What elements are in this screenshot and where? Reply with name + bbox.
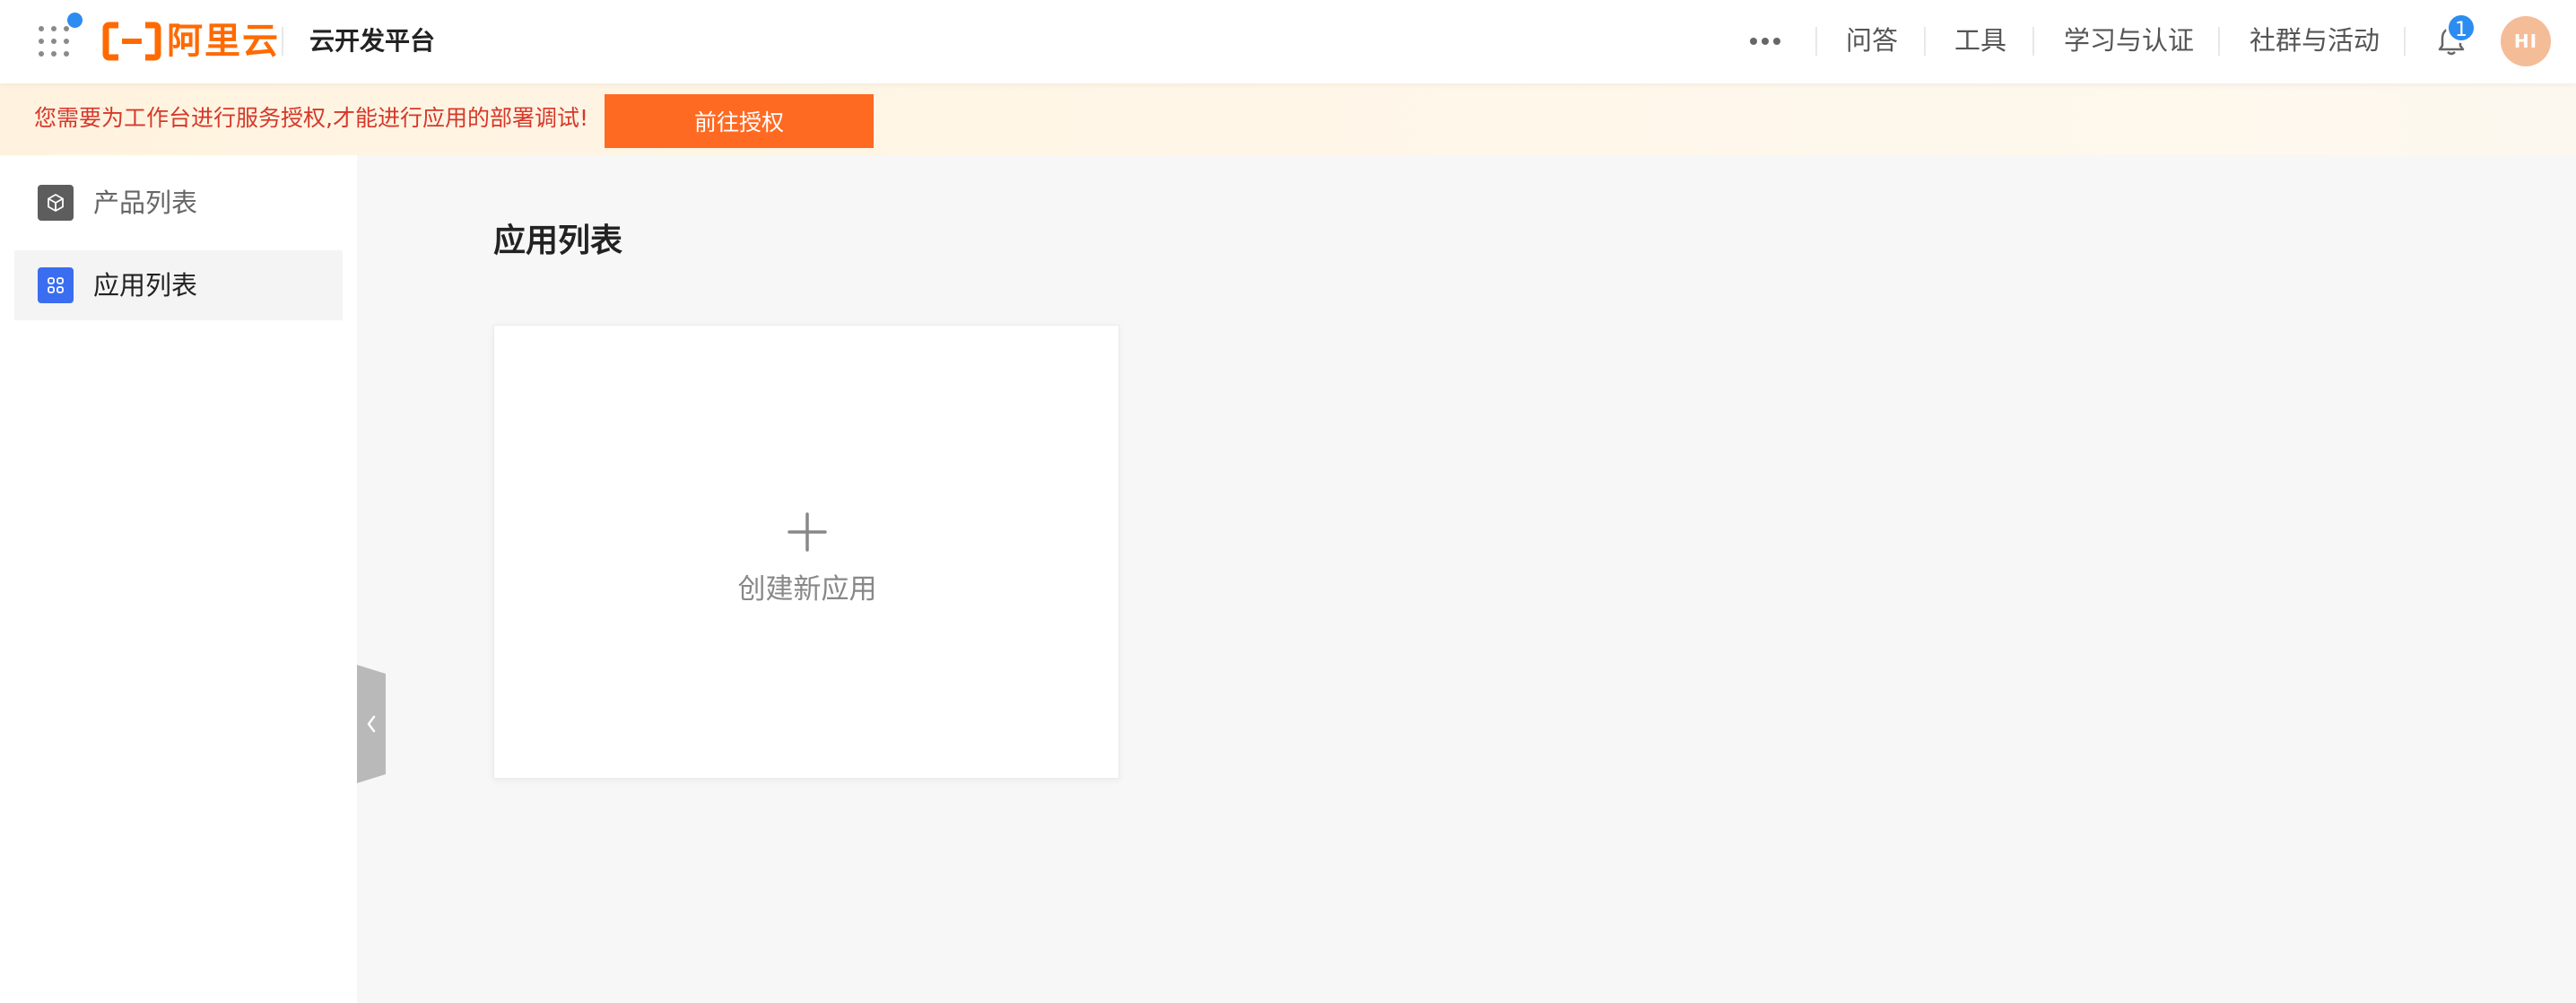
sidebar-collapse-handle[interactable] (357, 665, 386, 783)
sidebar-item-label: 应用列表 (93, 270, 198, 301)
more-icon[interactable] (1747, 31, 1783, 52)
sidebar-item-label: 产品列表 (93, 188, 198, 218)
nav-divider (1924, 27, 1926, 56)
top-navigation: 阿里云 云开发平台 问答 工具 学习与认证 社群与活动 1 HI (0, 0, 2576, 83)
aliyun-logo-mark-icon (102, 22, 161, 61)
nav-link-learning[interactable]: 学习与认证 (2064, 22, 2194, 58)
apps-grid-icon (38, 267, 74, 303)
sidebar-item-product-list[interactable]: 产品列表 (14, 168, 343, 238)
notification-badge: 1 (2446, 13, 2476, 43)
page-title: 应用列表 (493, 222, 623, 259)
create-app-label: 创建新应用 (737, 573, 877, 606)
user-avatar[interactable]: HI (2501, 16, 2551, 66)
sidebar-item-app-list[interactable]: 应用列表 (14, 250, 343, 320)
logo-text: 阿里云 (167, 21, 280, 62)
nav-divider (2032, 27, 2034, 56)
authorize-button[interactable]: 前往授权 (605, 94, 874, 148)
nav-divider (282, 27, 283, 56)
nav-divider (2218, 27, 2220, 56)
launcher-indicator-dot (67, 13, 83, 28)
plus-icon (788, 512, 827, 552)
cube-icon (38, 185, 74, 221)
create-app-card[interactable]: 创建新应用 (493, 325, 1119, 779)
sidebar: 产品列表 应用列表 (0, 155, 357, 1003)
aliyun-logo[interactable]: 阿里云 (102, 22, 280, 61)
nav-link-community[interactable]: 社群与活动 (2250, 22, 2380, 58)
nav-divider (2404, 27, 2406, 56)
authorization-banner: 您需要为工作台进行服务授权,才能进行应用的部署调试! 前往授权 (0, 83, 2576, 155)
nav-divider (1815, 27, 1817, 56)
banner-message: 您需要为工作台进行服务授权,才能进行应用的部署调试! (34, 105, 588, 131)
app-launcher-icon[interactable] (38, 25, 70, 57)
product-title[interactable]: 云开发平台 (309, 23, 435, 59)
nav-link-qa[interactable]: 问答 (1846, 22, 1898, 58)
app-page: 阿里云 云开发平台 问答 工具 学习与认证 社群与活动 1 HI 您需要为工作台… (0, 0, 2576, 1003)
nav-link-tools[interactable]: 工具 (1954, 22, 2006, 58)
